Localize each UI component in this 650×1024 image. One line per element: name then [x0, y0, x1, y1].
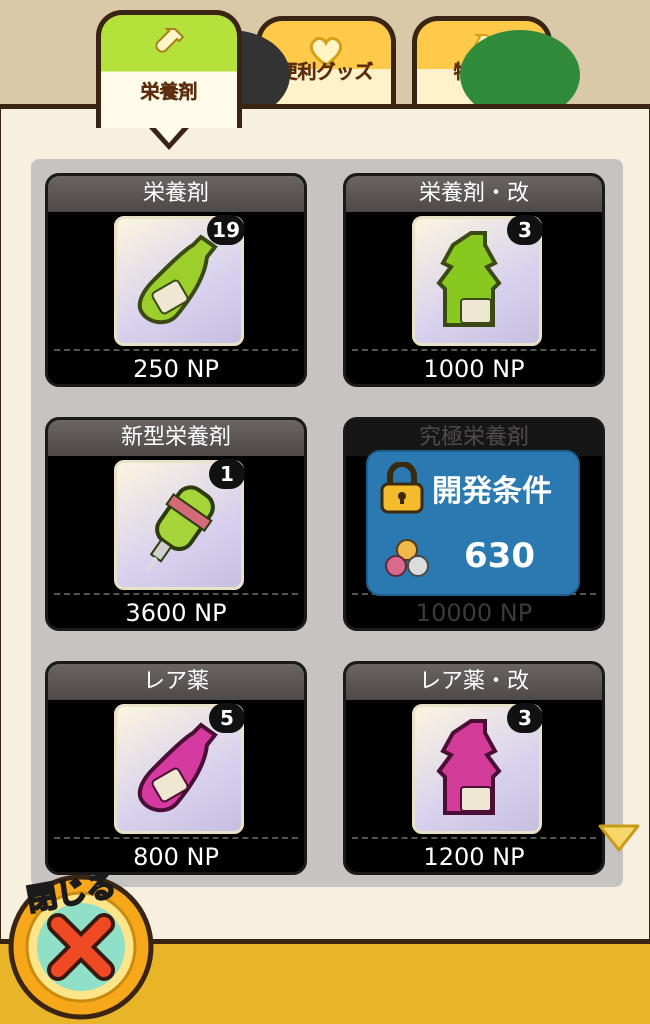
item-image: 3: [412, 215, 543, 346]
item-image: 3: [412, 703, 543, 834]
item-image: 1: [114, 459, 245, 590]
item-card-rare-medicine[interactable]: レア薬 5 800 NP: [45, 661, 307, 875]
tab-nutrients[interactable]: 栄養剤: [96, 10, 242, 128]
unlock-requirement-value: 630: [464, 536, 535, 576]
divider: [352, 349, 596, 351]
item-name: レア薬: [48, 664, 304, 700]
item-price: 1200 NP: [423, 843, 525, 871]
item-count-badge: 5: [209, 703, 245, 733]
item-price: 3600 NP: [125, 599, 227, 627]
item-card-new-nutrient[interactable]: 新型栄養剤 1 3600 NP: [45, 417, 307, 631]
item-count-badge: 1: [209, 459, 245, 489]
shop-screen: 栄養剤 便利グッズ 特殊薬 栄養剤 19: [0, 0, 650, 1024]
item-card-ultimate-nutrient[interactable]: 究極栄養剤 10000 NP 開発条件 630: [343, 417, 605, 631]
item-image: 19: [114, 215, 245, 346]
bottle-icon: [155, 28, 185, 53]
item-card-rare-medicine-plus[interactable]: レア薬・改 3 1200 NP: [343, 661, 605, 875]
item-count-badge: 19: [207, 215, 245, 245]
divider: [54, 837, 298, 839]
item-count-badge: 3: [507, 703, 543, 733]
tab-label: 栄養剤: [140, 81, 198, 103]
item-count-badge: 3: [507, 215, 543, 245]
item-price: 10000 NP: [415, 599, 533, 627]
item-name: 栄養剤・改: [346, 176, 602, 212]
divider: [54, 349, 298, 351]
item-panel: 栄養剤 19 250 NP 栄養剤・改 3 1000 NP 新型栄養剤 1 36…: [0, 104, 650, 944]
item-image: 5: [114, 703, 245, 834]
unlock-condition-panel: 開発条件 630: [366, 450, 580, 596]
item-name: 栄養剤: [48, 176, 304, 212]
divider: [54, 593, 298, 595]
item-card-nutrient-plus[interactable]: 栄養剤・改 3 1000 NP: [343, 173, 605, 387]
item-price: 250 NP: [133, 355, 219, 383]
coins-icon: [385, 539, 429, 577]
unlock-condition-title: 開発条件: [432, 474, 552, 509]
item-card-nutrient[interactable]: 栄養剤 19 250 NP: [45, 173, 307, 387]
item-price: 1000 NP: [423, 355, 525, 383]
scroll-down-arrow-icon[interactable]: [596, 820, 642, 856]
item-grid[interactable]: 栄養剤 19 250 NP 栄養剤・改 3 1000 NP 新型栄養剤 1 36…: [31, 159, 623, 887]
item-name: 新型栄養剤: [48, 420, 304, 456]
item-name: レア薬・改: [346, 664, 602, 700]
divider: [352, 837, 596, 839]
lock-icon: [380, 462, 424, 514]
